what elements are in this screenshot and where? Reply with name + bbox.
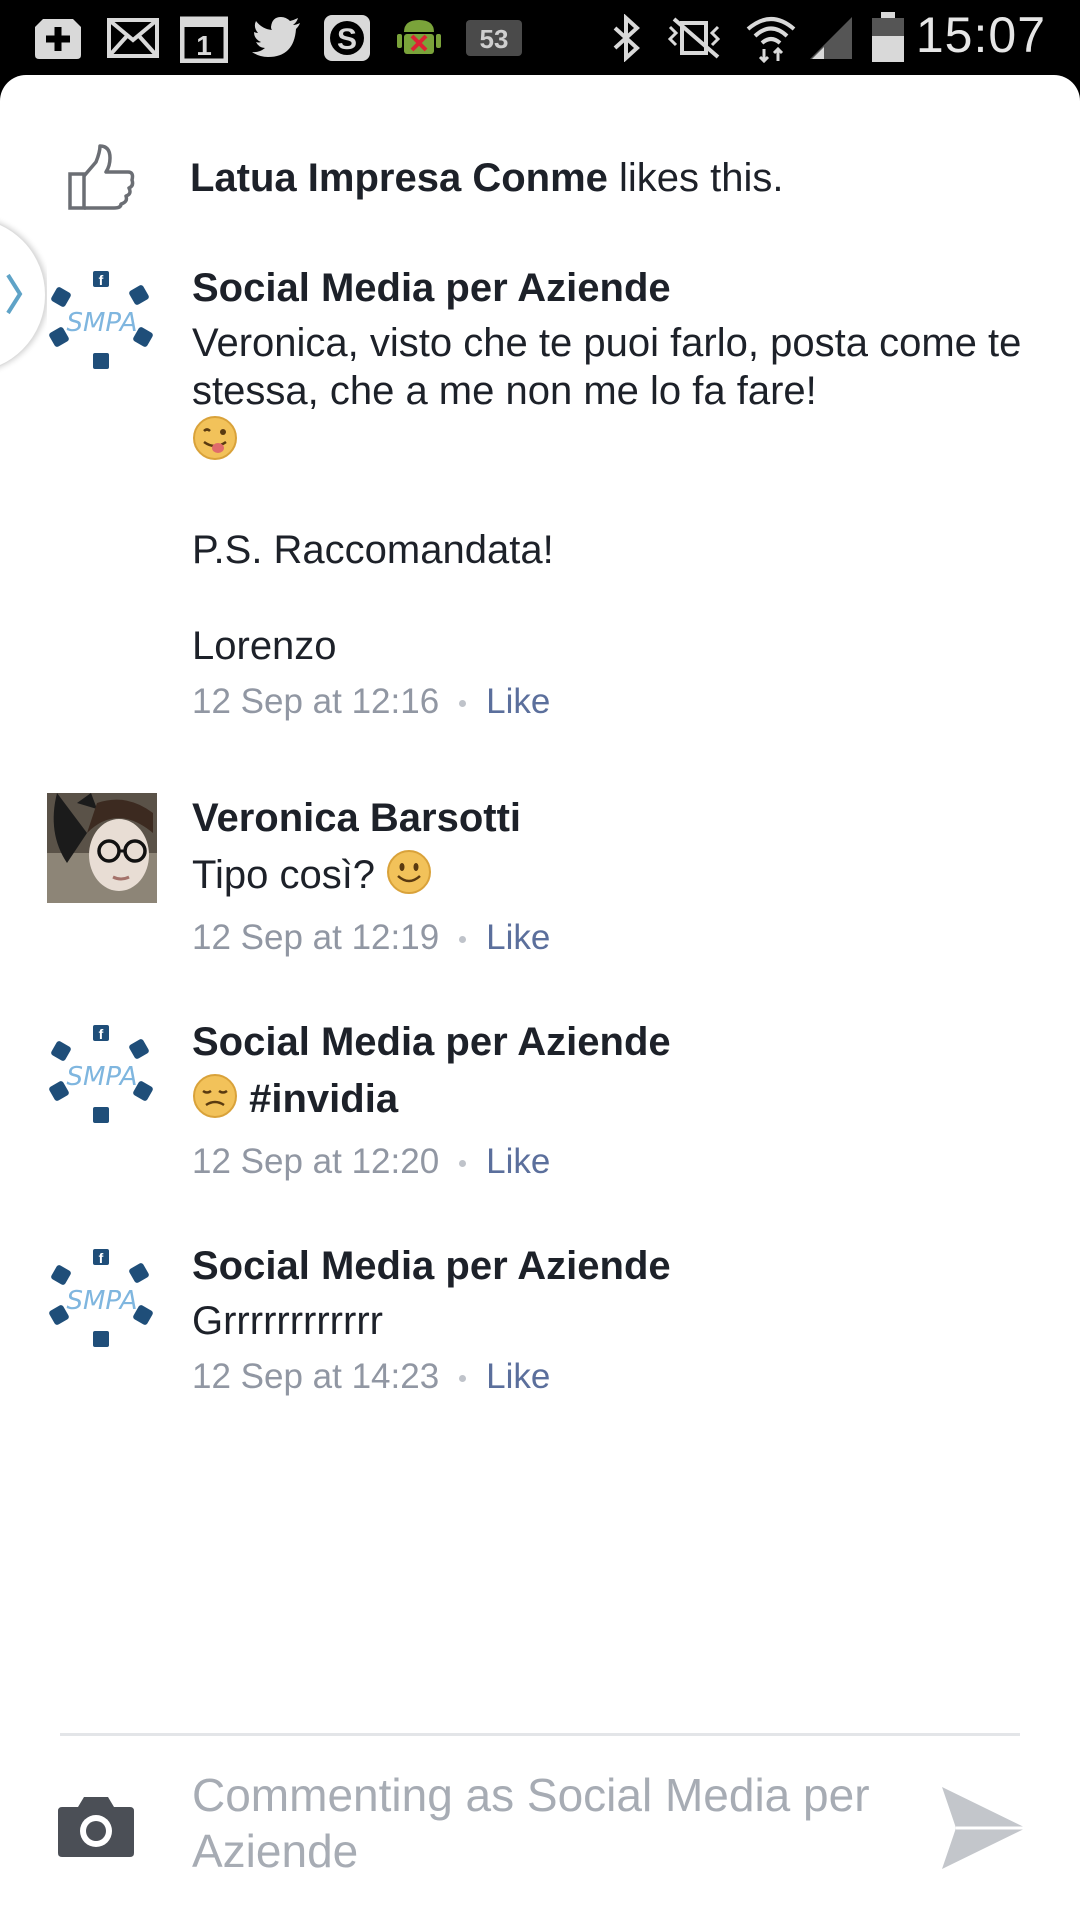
calendar-icon: 1 [178, 14, 230, 63]
comment-body: Veronica Barsotti Tipo così? 12 Sep at 1… [192, 793, 1022, 960]
vibrate-icon [662, 14, 726, 62]
comments-panel: Latua Impresa Conme likes this. f SMPA S… [0, 75, 1080, 1920]
send-icon[interactable] [938, 1783, 1030, 1873]
comment-timestamp: 12 Sep at 14:23 [192, 1357, 440, 1396]
avatar-smpa-logo[interactable]: f SMPA [47, 1241, 157, 1351]
disappointed-emoji-icon [192, 1073, 238, 1130]
clock: 15:07 [915, 7, 1046, 63]
comment-author[interactable]: Veronica Barsotti [192, 793, 1022, 843]
svg-text:1: 1 [196, 30, 212, 61]
android-debug-icon [392, 14, 446, 62]
comment-author[interactable]: Social Media per Aziende [192, 263, 1022, 313]
separator-dot [459, 700, 467, 708]
like-link[interactable]: Like [486, 1142, 550, 1181]
comment-meta: 12 Sep at 12:16 Like [192, 680, 1022, 724]
comment-author[interactable]: Social Media per Aziende [192, 1017, 1022, 1067]
mail-icon [105, 14, 161, 62]
hashtag-link[interactable]: #invidia [249, 1077, 398, 1121]
comment-timestamp: 12 Sep at 12:16 [192, 682, 440, 721]
comment-ps: P.S. Raccomandata! [192, 528, 554, 572]
comment-input[interactable]: Commenting as Social Media per Aziende [192, 1767, 892, 1879]
comment-timestamp: 12 Sep at 12:20 [192, 1142, 440, 1181]
svg-text:f: f [99, 1026, 104, 1042]
comment-text-main: Tipo così? [192, 853, 376, 898]
badge-icon: 53 [462, 14, 526, 62]
bluetooth-icon [606, 14, 646, 62]
comment-meta: 12 Sep at 14:23 Like [192, 1355, 1022, 1399]
twitter-icon [250, 14, 304, 62]
svg-text:53: 53 [480, 24, 509, 54]
add-icon [30, 14, 86, 62]
likes-suffix: likes this. [607, 156, 784, 200]
wifi-icon [742, 14, 800, 63]
svg-text:SMPA: SMPA [66, 1062, 137, 1092]
liker-name[interactable]: Latua Impresa Conme [190, 156, 608, 200]
svg-text:SMPA: SMPA [66, 308, 137, 338]
separator-dot [459, 936, 467, 944]
separator-dot [459, 1160, 467, 1168]
avatar-smpa-logo[interactable]: f SMPA [47, 263, 157, 373]
likes-text: Latua Impresa Conme likes this. [190, 156, 784, 201]
comment-text: Veronica, visto che te puoi farlo, posta… [192, 319, 1022, 472]
camera-icon[interactable] [56, 1793, 136, 1859]
comment-text: #invidia [192, 1073, 1022, 1130]
comment-body: Social Media per Aziende Grrrrrrrrrrrr 1… [192, 1241, 1022, 1399]
comment-meta: 12 Sep at 12:19 Like [192, 916, 1022, 960]
comment-text-main: Veronica, visto che te puoi farlo, posta… [192, 321, 1022, 413]
comment-body: Social Media per Aziende Veronica, visto… [192, 263, 1022, 724]
likes-summary[interactable]: Latua Impresa Conme likes this. [0, 130, 1080, 230]
separator-dot [459, 1375, 467, 1383]
battery-icon [868, 12, 908, 62]
winking-tongue-emoji-icon [192, 415, 238, 472]
avatar-veronica-photo[interactable] [47, 793, 157, 903]
chevron-right-icon [6, 273, 23, 315]
comment-timestamp: 12 Sep at 12:19 [192, 918, 440, 957]
comment-signature: Lorenzo [192, 624, 337, 668]
comment-meta: 12 Sep at 12:20 Like [192, 1140, 1022, 1184]
svg-text:SMPA: SMPA [66, 1286, 137, 1316]
comment-text: Grrrrrrrrrrrr [192, 1299, 383, 1343]
skype-icon: S [320, 14, 374, 62]
signal-icon [806, 14, 856, 62]
composer-divider [60, 1733, 1020, 1736]
status-bar: 1 S 53 15:07 [0, 0, 1080, 75]
comment-author[interactable]: Social Media per Aziende [192, 1241, 1022, 1291]
svg-text:f: f [99, 272, 104, 288]
avatar-smpa-logo[interactable]: f SMPA [47, 1017, 157, 1127]
comment-text: Tipo così? [192, 849, 1022, 906]
expand-handle[interactable] [0, 217, 46, 373]
like-link[interactable]: Like [486, 918, 550, 957]
smile-emoji-icon [386, 849, 432, 906]
svg-text:f: f [99, 1250, 104, 1266]
comment-body: Social Media per Aziende #invidia 12 Sep… [192, 1017, 1022, 1184]
svg-text:S: S [337, 23, 357, 56]
thumbs-up-icon [68, 144, 135, 210]
like-link[interactable]: Like [486, 1357, 550, 1396]
like-link[interactable]: Like [486, 682, 550, 721]
